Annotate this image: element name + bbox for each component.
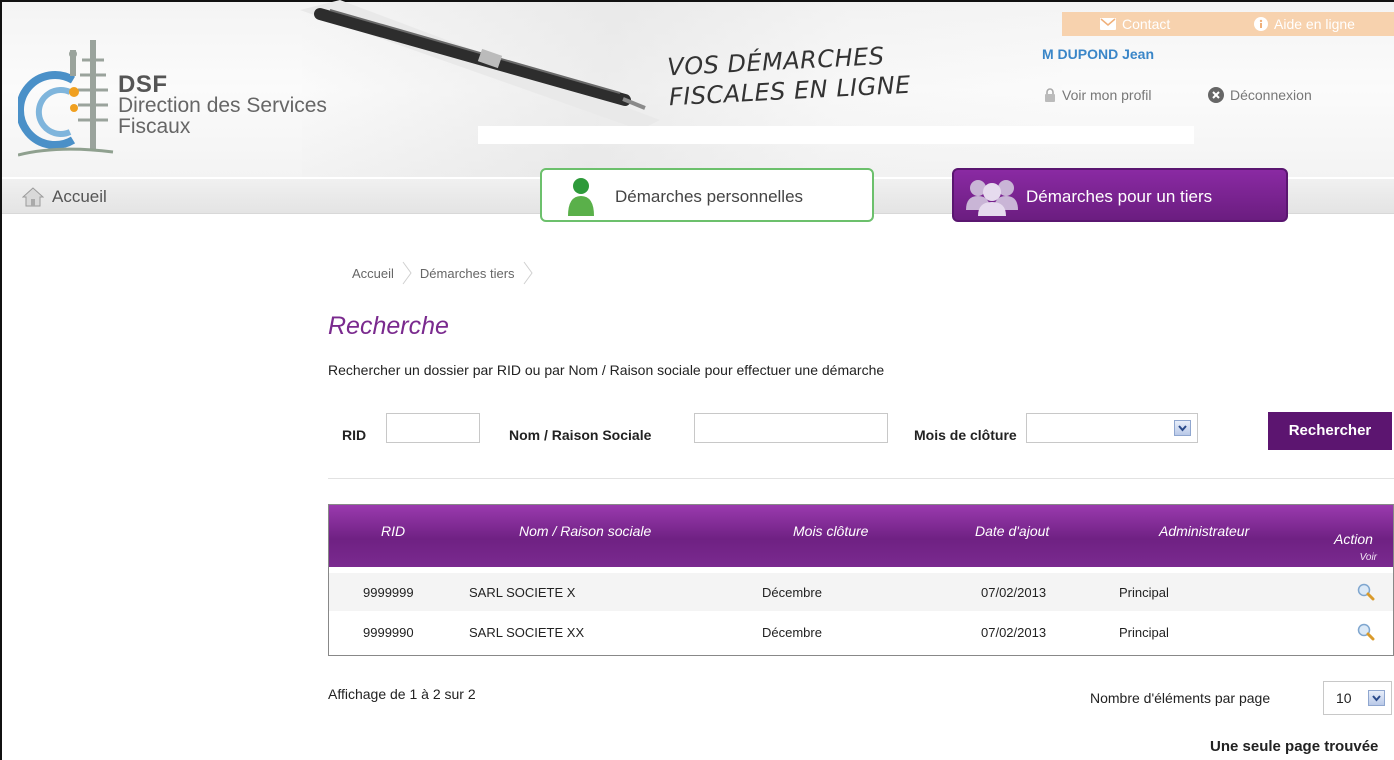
chevron-down-icon[interactable] — [1174, 420, 1191, 436]
logo-emblem-icon — [15, 40, 114, 157]
cell-date: 07/02/2013 — [981, 625, 1047, 640]
pen-illustration — [300, 0, 660, 130]
nav-home-link[interactable]: Accueil — [22, 187, 107, 207]
logout-label: Déconnexion — [1230, 87, 1312, 103]
cell-admin: Principal — [1119, 585, 1169, 600]
per-page-label: Nombre d'éléments par page — [1090, 690, 1271, 706]
results-table: RID Nom / Raison sociale Mois clôture Da… — [328, 504, 1394, 656]
per-page-value: 10 — [1336, 690, 1352, 706]
closing-month-select[interactable] — [1026, 413, 1198, 443]
dsf-logo — [15, 40, 118, 165]
search-intro: Rechercher un dossier par RID ou par Nom… — [328, 362, 885, 378]
third-party-procedures-button[interactable]: Démarches pour un tiers — [952, 168, 1288, 222]
table-row: 9999990 SARL SOCIETE XX Décembre 07/02/2… — [329, 613, 1393, 651]
separator — [328, 478, 1394, 479]
rid-input[interactable] — [386, 413, 480, 443]
cell-date: 07/02/2013 — [981, 585, 1047, 600]
cell-rid: 9999990 — [363, 625, 414, 640]
close-circle-icon — [1208, 87, 1224, 103]
name-label: Nom / Raison Sociale — [509, 427, 652, 443]
home-icon — [22, 187, 44, 207]
personal-procedures-button[interactable]: Démarches personnelles — [540, 168, 874, 222]
closing-month-label: Mois de clôture — [914, 427, 1017, 443]
lock-icon — [1045, 88, 1055, 102]
table-row: 9999999 SARL SOCIETE X Décembre 07/02/20… — [329, 573, 1393, 611]
chevron-down-icon[interactable] — [1368, 690, 1385, 706]
cell-name: SARL SOCIETE XX — [469, 625, 585, 640]
results-summary: Affichage de 1 à 2 sur 2 — [328, 686, 476, 702]
cell-admin: Principal — [1119, 625, 1169, 640]
col-header-month[interactable]: Mois clôture — [793, 523, 868, 539]
breadcrumb-separator-icon — [523, 261, 533, 285]
breadcrumb: Accueil Démarches tiers — [352, 261, 541, 285]
col-header-name[interactable]: Nom / Raison sociale — [519, 523, 651, 539]
third-party-procedures-label: Démarches pour un tiers — [1026, 187, 1213, 206]
name-input[interactable] — [694, 413, 888, 443]
profile-label: Voir mon profil — [1062, 87, 1152, 103]
col-header-rid[interactable]: RID — [381, 523, 405, 539]
per-page-select[interactable]: 10 — [1323, 681, 1392, 715]
slogan: VOS DÉMARCHES FISCALES EN LIGNE — [667, 40, 912, 113]
page-title: Recherche — [328, 312, 449, 340]
group-icon — [966, 180, 1018, 216]
search-button[interactable]: Rechercher — [1268, 412, 1392, 450]
nav-home-label: Accueil — [52, 187, 107, 206]
logo-text: DSF Direction des Services Fiscaux — [118, 71, 327, 138]
table-header: RID Nom / Raison sociale Mois clôture Da… — [329, 505, 1393, 567]
col-header-date[interactable]: Date d'ajout — [975, 523, 1049, 539]
info-icon — [1254, 17, 1268, 31]
banner-divider — [478, 126, 1194, 144]
profile-link[interactable]: Voir mon profil — [1044, 87, 1151, 103]
logo-line-2: Fiscaux — [118, 115, 191, 138]
view-magnifier-icon[interactable] — [1357, 583, 1375, 601]
cell-name: SARL SOCIETE X — [469, 585, 576, 600]
logo-abbr: DSF — [118, 71, 168, 98]
col-header-action: Action — [1334, 531, 1373, 547]
rid-label: RID — [342, 427, 367, 443]
breadcrumb-home[interactable]: Accueil — [352, 266, 394, 281]
logo-line-1: Direction des Services — [118, 94, 327, 117]
user-name: M DUPOND Jean — [1042, 46, 1155, 62]
help-link[interactable]: Aide en ligne — [1254, 16, 1355, 32]
contact-label: Contact — [1122, 16, 1171, 32]
personal-procedures-label: Démarches personnelles — [615, 187, 804, 206]
help-label: Aide en ligne — [1274, 16, 1355, 32]
breadcrumb-current[interactable]: Démarches tiers — [420, 266, 515, 281]
person-icon — [568, 178, 594, 216]
cell-month: Décembre — [762, 585, 822, 600]
contact-link[interactable]: Contact — [1100, 16, 1170, 32]
col-header-admin[interactable]: Administrateur — [1159, 523, 1249, 539]
view-magnifier-icon[interactable] — [1357, 623, 1375, 641]
cell-month: Décembre — [762, 625, 822, 640]
pages-found: Une seule page trouvée — [1210, 738, 1379, 755]
breadcrumb-separator-icon — [402, 261, 412, 285]
envelope-icon — [1100, 18, 1116, 30]
cell-rid: 9999999 — [363, 585, 414, 600]
col-subheader-view: Voir — [1359, 552, 1377, 563]
logout-link[interactable]: Déconnexion — [1208, 87, 1312, 103]
